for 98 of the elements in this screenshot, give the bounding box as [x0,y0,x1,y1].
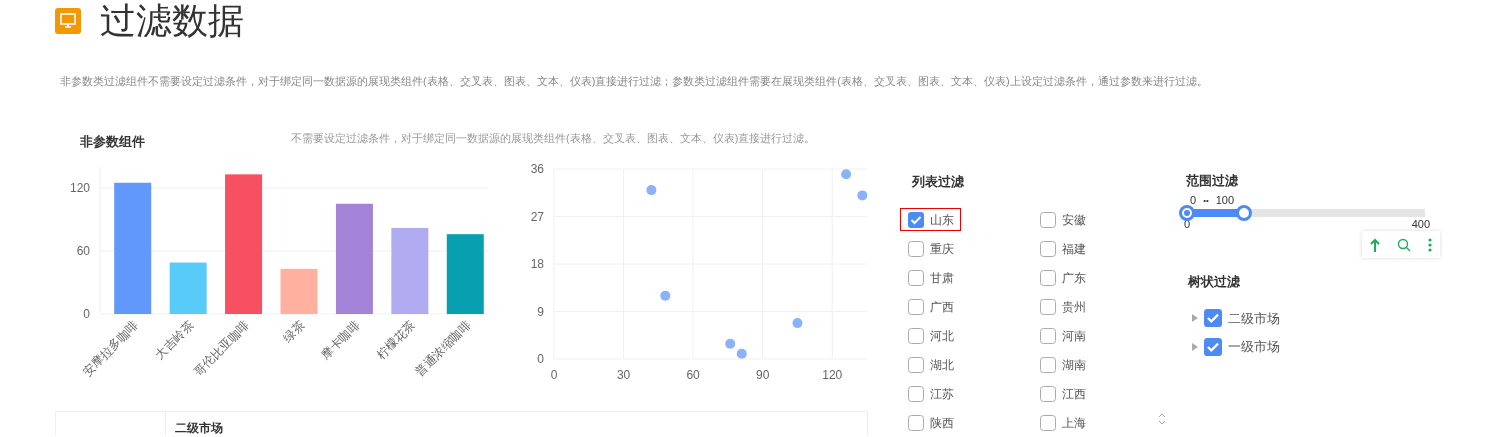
list-option[interactable]: 江苏 [900,382,961,405]
checkbox[interactable] [1040,211,1056,228]
checkbox[interactable] [908,327,924,344]
list-option[interactable]: 甘肃 [900,266,961,289]
list-option[interactable]: 广东 [1032,266,1093,289]
section-title: 列表过滤 [912,172,965,191]
data-point [792,317,803,328]
axis-tick-label: 0 [537,351,544,366]
range-min-label: 0 [1184,219,1191,230]
list-option[interactable]: 河北 [900,324,961,347]
up-arrow-icon[interactable] [1370,237,1381,252]
slider-handle[interactable] [1179,205,1195,221]
list-option[interactable]: 福建 [1032,237,1093,260]
axis-tick-label: 30 [616,367,631,382]
tree-node-label: 二级市场 [1228,309,1280,328]
checkbox[interactable] [908,211,924,228]
option-label: 湖北 [930,356,954,374]
range-low-value: 0 [1190,195,1197,206]
checkbox[interactable] [1040,356,1056,373]
option-label: 广西 [930,298,954,316]
checkbox[interactable] [908,269,924,286]
data-point [857,189,868,200]
axis-category-label: 摩卡咖啡 [318,317,363,362]
axis-tick-label: 120 [69,180,90,195]
axis-tick-label: 27 [530,209,544,223]
page-title: 过滤数据 [100,1,244,41]
list-option[interactable]: 重庆 [900,237,961,260]
caret-right-icon[interactable] [1192,342,1198,351]
option-label: 上海 [1062,414,1086,432]
search-icon[interactable] [1397,237,1411,252]
option-label: 陕西 [930,414,954,432]
scroll-arrows-icon[interactable] [1157,412,1167,426]
list-option[interactable]: 湖南 [1032,353,1093,376]
axis-tick-label: 60 [686,367,700,382]
checkbox[interactable] [1040,327,1056,344]
option-label: 安徽 [1062,211,1086,229]
checkbox[interactable] [908,414,924,431]
axis-tick-label: 18 [530,256,544,271]
section-note: 不需要设定过滤条件，对于绑定同一数据源的展现类组件(表格、交叉表、图表、文本、仪表)直接进行过滤。 [291,130,816,146]
section-title: 非参数组件 [80,132,145,151]
axis-category-label: 绿茶 [280,317,308,345]
data-point [841,168,852,179]
list-option[interactable]: 广西 [900,295,961,318]
option-label: 河南 [1062,327,1086,345]
list-option[interactable]: 江西 [1032,382,1093,405]
checkbox[interactable] [1040,269,1056,286]
axis-tick-label: 90 [756,367,770,382]
monitor-icon [55,8,81,34]
axis-tick-label: 0 [550,367,558,382]
option-label: 江苏 [930,385,954,403]
more-icon[interactable] [1427,237,1432,252]
axis-category-label: 大吉岭茶 [152,317,197,362]
bar [169,262,207,314]
checkbox[interactable] [1204,337,1222,356]
axis-tick-label: 9 [537,304,544,318]
option-label: 湖南 [1062,356,1086,374]
checkbox[interactable] [908,240,924,257]
checkbox[interactable] [1204,309,1222,328]
caret-right-icon[interactable] [1192,314,1198,323]
list-option[interactable]: 山东 [900,208,961,231]
option-label: 江西 [1062,385,1086,403]
bar [280,268,318,314]
checkbox[interactable] [1040,385,1056,402]
table-header-cell: 二级市场 [175,421,223,435]
data-point [660,290,671,301]
checkbox[interactable] [908,356,924,373]
axis-tick-label: 120 [822,367,843,382]
range-separator: •• [1203,196,1209,205]
option-label: 甘肃 [930,269,954,287]
checkbox[interactable] [1040,414,1056,431]
tree-node-label: 一级市场 [1228,338,1280,356]
checkbox[interactable] [908,385,924,402]
axis-tick-label: 60 [76,243,90,258]
list-option[interactable]: 河南 [1032,324,1093,347]
option-label: 重庆 [930,240,954,258]
data-point [646,184,657,195]
option-label: 河北 [930,327,954,345]
option-label: 广东 [1062,269,1086,287]
axis-tick-label: 36 [530,161,544,176]
checkbox[interactable] [1040,240,1056,257]
checkbox[interactable] [908,298,924,315]
list-option[interactable]: 陕西 [900,411,961,434]
section-title: 范围过滤 [1186,171,1239,190]
option-label: 贵州 [1062,298,1086,316]
range-high-value: 100 [1215,195,1235,206]
description-text: 非参数类过滤组件不需要设定过滤条件，对于绑定同一数据源的展现类组件(表格、交叉表、图表、文本、仪表)直接进行过滤；参数类过滤组件需要在展现类组件(表格、交叉表、图表、文本、仪表)上设定过滤条件，通过参数来进行过滤。 [60,74,1209,89]
list-option[interactable]: 上海 [1032,411,1093,434]
slider-handle[interactable] [1235,205,1252,221]
list-option[interactable]: 湖北 [900,353,961,376]
data-point [736,348,747,359]
list-option[interactable]: 安徽 [1032,208,1093,231]
range-max-label: 400 [1411,219,1430,230]
data-point [725,338,736,349]
section-title: 树状过滤 [1188,273,1241,291]
option-label: 福建 [1062,240,1086,258]
checkbox[interactable] [1040,298,1056,315]
option-label: 山东 [930,211,954,229]
list-option[interactable]: 贵州 [1032,295,1093,318]
